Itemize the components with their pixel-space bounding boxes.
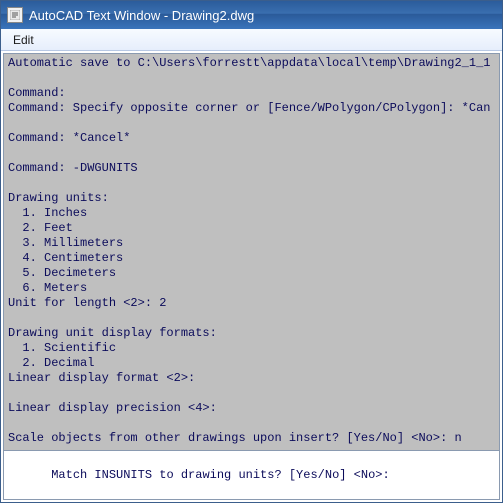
autocad-text-window: AutoCAD Text Window - Drawing2.dwg Edit … [0, 0, 503, 503]
console-frame: Automatic save to C:\Users\forrestt\appd… [3, 53, 500, 500]
command-prompt[interactable]: Match INSUNITS to drawing units? [Yes/No… [4, 450, 499, 499]
autocad-text-window-icon [7, 7, 23, 23]
menu-edit-label: Edit [13, 33, 34, 47]
command-prompt-text: Match INSUNITS to drawing units? [Yes/No… [51, 468, 389, 482]
menu-edit[interactable]: Edit [3, 29, 44, 50]
menubar: Edit [1, 29, 502, 51]
console-output[interactable]: Automatic save to C:\Users\forrestt\appd… [4, 54, 499, 450]
titlebar: AutoCAD Text Window - Drawing2.dwg [1, 1, 502, 29]
window-title: AutoCAD Text Window - Drawing2.dwg [29, 8, 254, 23]
